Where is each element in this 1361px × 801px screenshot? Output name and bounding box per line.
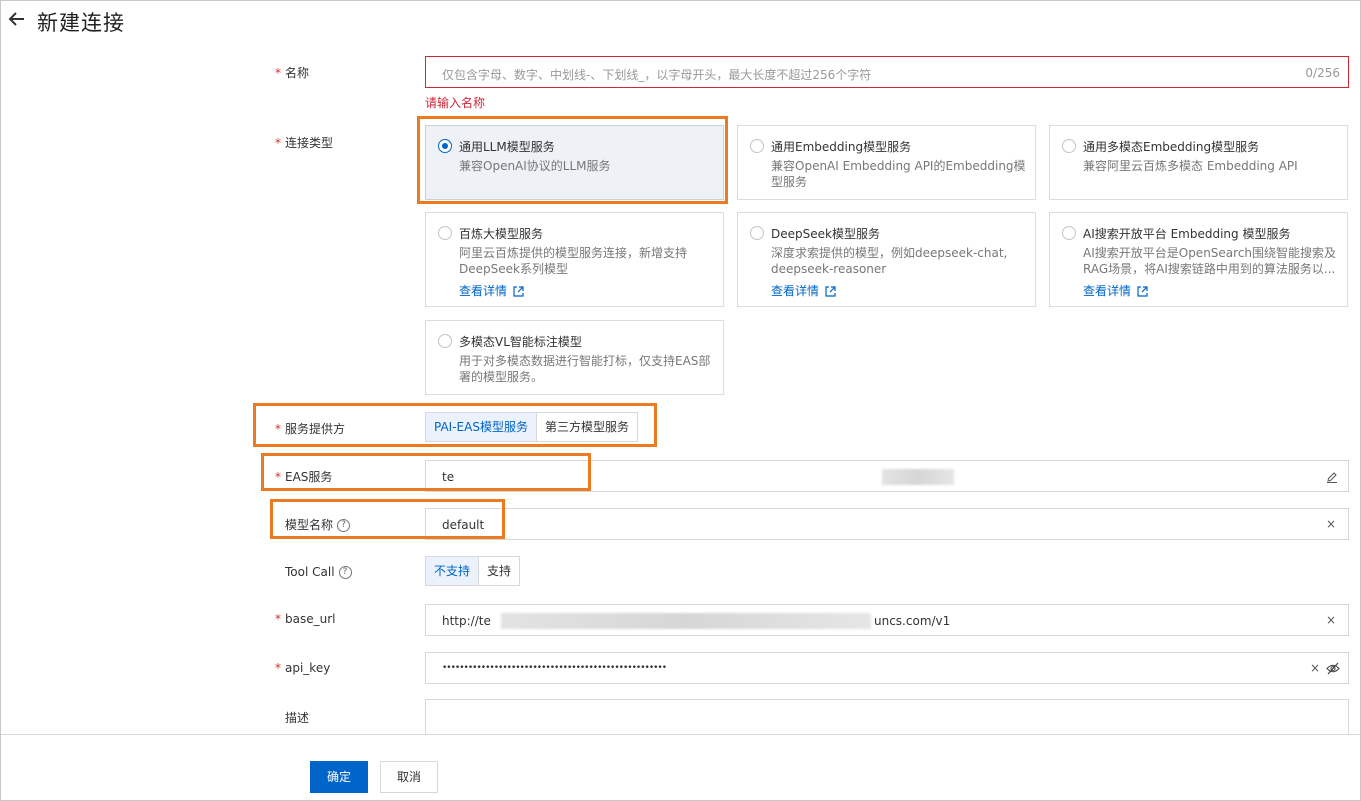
card-title: 通用LLM模型服务: [459, 140, 555, 154]
radio-icon[interactable]: [1062, 226, 1076, 240]
card-title: AI搜索开放平台 Embedding 模型服务: [1083, 227, 1291, 241]
model-name-value: default: [442, 518, 485, 532]
card-desc: 用于对多模态数据进行智能打标，仅支持EAS部署的模型服务。: [459, 354, 711, 384]
tool-call-label: Tool Call?: [285, 565, 352, 579]
external-link-icon: [513, 286, 524, 297]
clear-icon[interactable]: ×: [1310, 661, 1320, 675]
details-link[interactable]: 查看详情: [459, 282, 524, 299]
radio-icon[interactable]: [1062, 139, 1076, 153]
confirm-button[interactable]: 确定: [310, 761, 368, 793]
name-counter: 0/256: [1305, 66, 1340, 80]
api-key-label: * api_key: [275, 661, 331, 675]
page-title: 新建连接: [37, 11, 125, 35]
card-desc: 兼容阿里云百炼多模态 Embedding API: [1083, 159, 1298, 173]
details-link[interactable]: 查看详情: [1083, 282, 1148, 299]
external-link-icon: [1137, 286, 1148, 297]
api-key-input[interactable]: ••••••••••••••••••••••••••••••••••••••••…: [425, 652, 1349, 684]
type-card-ai-search-embedding[interactable]: AI搜索开放平台 Embedding 模型服务 AI搜索开放平台是OpenSea…: [1049, 212, 1348, 307]
description-textarea[interactable]: [425, 699, 1349, 739]
external-link-icon: [825, 286, 836, 297]
eas-service-select[interactable]: te: [425, 460, 1349, 492]
model-name-input[interactable]: default ×: [425, 508, 1349, 540]
card-desc: 深度求索提供的模型，例如deepseek-chat, deepseek-reas…: [771, 246, 1008, 276]
tool-call-option-supported[interactable]: 支持: [478, 557, 519, 585]
type-label: * 连接类型: [275, 136, 334, 150]
name-label: * 名称: [275, 66, 310, 80]
base-url-input[interactable]: http://te uncs.com/v1 ×: [425, 604, 1349, 636]
card-title: DeepSeek模型服务: [771, 227, 880, 241]
cancel-button[interactable]: 取消: [380, 761, 438, 793]
provider-selector: PAI-EAS模型服务 第三方模型服务: [425, 412, 638, 442]
details-link[interactable]: 查看详情: [771, 282, 836, 299]
type-card-multimodal-embedding[interactable]: 通用多模态Embedding模型服务 兼容阿里云百炼多模态 Embedding …: [1049, 125, 1348, 200]
eas-label: * EAS服务: [275, 470, 333, 484]
card-title: 百炼大模型服务: [459, 227, 544, 241]
name-input[interactable]: 仅包含字母、数字、中划线-、下划线_，以字母开头，最大长度不超过256个字符 0…: [425, 56, 1349, 88]
type-card-embedding[interactable]: 通用Embedding模型服务 兼容OpenAI Embedding API的E…: [737, 125, 1036, 200]
base-url-value-end: uncs.com/v1: [874, 614, 951, 628]
card-title: 通用Embedding模型服务: [771, 140, 912, 154]
clear-icon[interactable]: ×: [1326, 613, 1336, 627]
type-card-llm[interactable]: 通用LLM模型服务 兼容OpenAI协议的LLM服务: [425, 125, 724, 200]
radio-icon[interactable]: [438, 334, 452, 348]
name-error-message: 请输入名称: [425, 96, 486, 110]
radio-icon[interactable]: [438, 139, 452, 153]
type-card-bailian[interactable]: 百炼大模型服务 阿里云百炼提供的模型服务连接，新增支持DeepSeek系列模型 …: [425, 212, 724, 307]
card-desc: 阿里云百炼提供的模型服务连接，新增支持DeepSeek系列模型: [459, 246, 688, 276]
eas-service-value: te: [442, 470, 455, 484]
footer-bar: 确定 取消: [1, 734, 1360, 800]
card-title: 通用多模态Embedding模型服务: [1083, 140, 1260, 154]
card-desc: 兼容OpenAI协议的LLM服务: [459, 159, 611, 173]
description-label: 描述: [285, 711, 310, 725]
base-url-value-start: http://te: [442, 614, 491, 628]
radio-icon[interactable]: [438, 226, 452, 240]
base-url-label: * base_url: [275, 612, 336, 626]
card-desc: AI搜索开放平台是OpenSearch围绕智能搜索及RAG场景，将AI搜索链路中…: [1083, 246, 1337, 276]
api-key-value: ••••••••••••••••••••••••••••••••••••••••…: [442, 663, 667, 673]
type-card-multimodal-vl[interactable]: 多模态VL智能标注模型 用于对多模态数据进行智能打标，仅支持EAS部署的模型服务…: [425, 320, 724, 395]
redacted-value: [501, 613, 871, 629]
eye-off-icon[interactable]: [1326, 662, 1340, 675]
provider-option-third-party[interactable]: 第三方模型服务: [535, 413, 637, 441]
clear-icon[interactable]: ×: [1326, 517, 1336, 531]
name-placeholder: 仅包含字母、数字、中划线-、下划线_，以字母开头，最大长度不超过256个字符: [442, 68, 872, 82]
radio-icon[interactable]: [750, 226, 764, 240]
card-title: 多模态VL智能标注模型: [459, 335, 582, 349]
redacted-value: [882, 469, 954, 485]
arrow-left-icon[interactable]: [6, 8, 28, 30]
provider-option-pai-eas[interactable]: PAI-EAS模型服务: [426, 413, 536, 441]
model-name-label: 模型名称?: [285, 516, 351, 533]
help-icon[interactable]: ?: [337, 519, 351, 532]
help-icon[interactable]: ?: [338, 566, 352, 579]
provider-label: * 服务提供方: [275, 422, 346, 436]
page-header: 新建连接: [0, 0, 1361, 44]
type-card-deepseek[interactable]: DeepSeek模型服务 深度求索提供的模型，例如deepseek-chat, …: [737, 212, 1036, 307]
card-desc: 兼容OpenAI Embedding API的Embedding模型服务: [771, 159, 1026, 189]
edit-icon[interactable]: [1326, 471, 1338, 483]
tool-call-option-unsupported[interactable]: 不支持: [426, 557, 479, 585]
tool-call-selector: 不支持 支持: [425, 556, 521, 586]
radio-icon[interactable]: [750, 139, 764, 153]
